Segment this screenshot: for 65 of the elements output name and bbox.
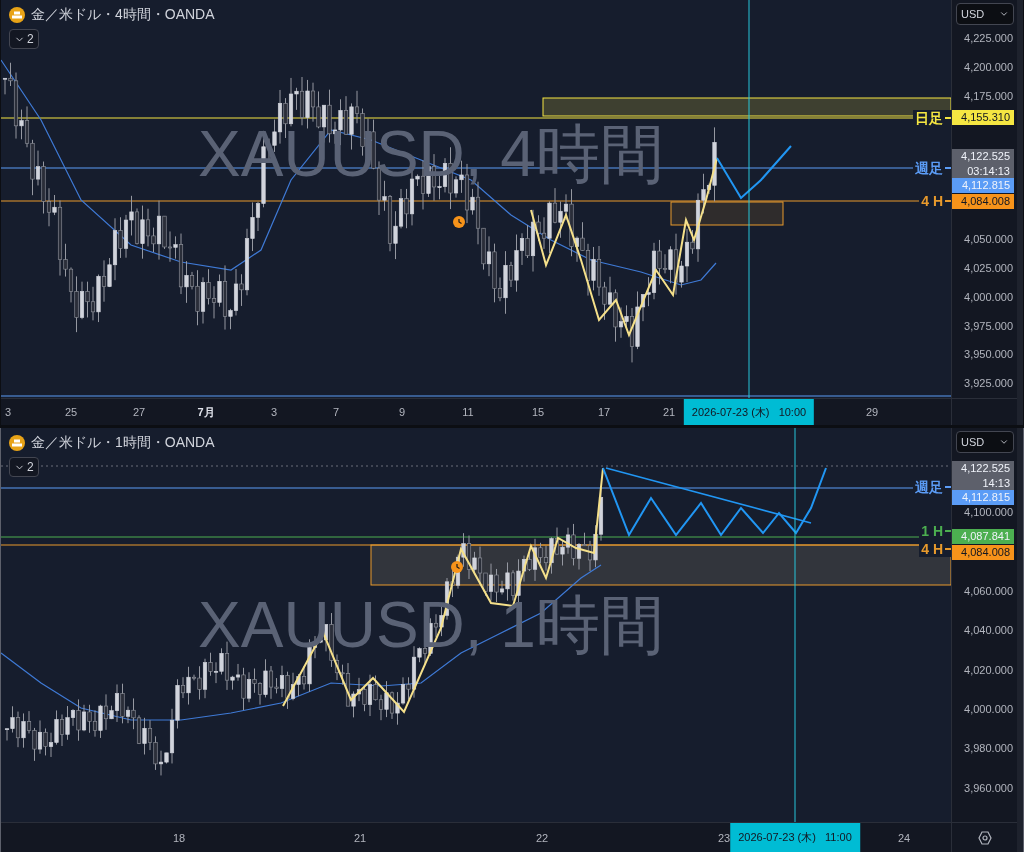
price-tag-value: 4,155.310: [961, 110, 1010, 125]
price-tag-value: 4,122.525: [961, 149, 1010, 164]
price-tick: 4,060.000: [964, 583, 1013, 599]
time-tick: 27: [132, 404, 146, 420]
price-tick: 4,040.000: [964, 622, 1013, 638]
chevron-down-icon: [999, 9, 1009, 19]
price-tick: 4,000.000: [964, 289, 1013, 305]
price-tick: 4,000.000: [964, 701, 1013, 717]
settings-icon[interactable]: [977, 830, 992, 845]
currency-dropdown[interactable]: USD: [956, 431, 1014, 453]
currency-dropdown[interactable]: USD: [956, 3, 1014, 25]
price-tag-value: 4,122.525: [961, 461, 1010, 476]
price-tick: 4,175.000: [964, 88, 1013, 104]
price-tick: 3,980.000: [964, 741, 1013, 757]
time-tick: 7: [332, 404, 340, 420]
time-tick: 3: [270, 404, 278, 420]
price-line-label: 週足: [915, 160, 943, 176]
time-tick: 21: [353, 830, 367, 846]
price-tick: 3,960.000: [964, 780, 1013, 796]
price-line-label: 1 H: [921, 523, 943, 539]
indicators-toggle[interactable]: 2: [9, 29, 39, 49]
price-tag-value: 4,084.008: [961, 545, 1010, 560]
price-tick: 4,050.000: [964, 232, 1013, 247]
countdown-text: 03:14:13: [967, 164, 1010, 179]
time-tick: 21: [662, 404, 676, 420]
time-tick: 22: [535, 830, 549, 846]
time-tick: 17: [597, 404, 611, 420]
price-tick: 4,225.000: [964, 30, 1013, 46]
price-tag-value: 4,084.008: [961, 194, 1010, 209]
countdown-text: 14:13: [982, 476, 1010, 491]
chevron-down-icon: [999, 437, 1009, 447]
coin-icon: [9, 6, 25, 23]
alarm-icon: [451, 561, 463, 573]
crosshair-time-label: 2026-07-23 (木) 10:00: [683, 399, 815, 425]
price-tick: 4,200.000: [964, 59, 1013, 75]
time-tick: 18: [172, 830, 186, 846]
price-tick: 3,950.000: [964, 347, 1013, 362]
time-tick: 24: [897, 830, 911, 846]
price-tag-value: 4,112.815: [961, 490, 1010, 505]
price-line-label: 日足: [915, 110, 943, 126]
price-line-label: 週足: [915, 479, 943, 495]
price-line-label: 4 H: [921, 193, 943, 209]
time-tick: 11: [462, 404, 474, 420]
chart-panel[interactable]: [0, 0, 1024, 425]
price-tag-value: 4,087.841: [961, 529, 1010, 544]
time-tick: 7月: [197, 404, 215, 420]
time-tick: 29: [865, 404, 879, 420]
alarm-icon: [453, 216, 465, 228]
time-tick: 3: [4, 404, 12, 420]
price-tick: 4,100.000: [964, 504, 1013, 520]
price-tag-value: 4,112.815: [961, 178, 1010, 193]
price-line-label: 4 H: [921, 541, 943, 557]
time-tick: 25: [64, 404, 78, 420]
indicators-toggle[interactable]: 2: [9, 457, 39, 477]
symbol-title: 金／米ドル・4時間・OANDA: [31, 5, 215, 24]
time-tick: 23: [717, 830, 731, 846]
price-tick: 3,975.000: [964, 318, 1013, 334]
time-tick: 9: [398, 404, 406, 420]
time-tick: 15: [531, 404, 545, 420]
price-tick: 4,020.000: [964, 662, 1013, 678]
price-tick: 3,925.000: [964, 375, 1013, 391]
symbol-title: 金／米ドル・1時間・OANDA: [31, 433, 215, 452]
price-tick: 4,025.000: [964, 260, 1013, 276]
coin-icon: [9, 434, 25, 451]
crosshair-time-label: 2026-07-23 (木) 11:00: [730, 823, 860, 852]
